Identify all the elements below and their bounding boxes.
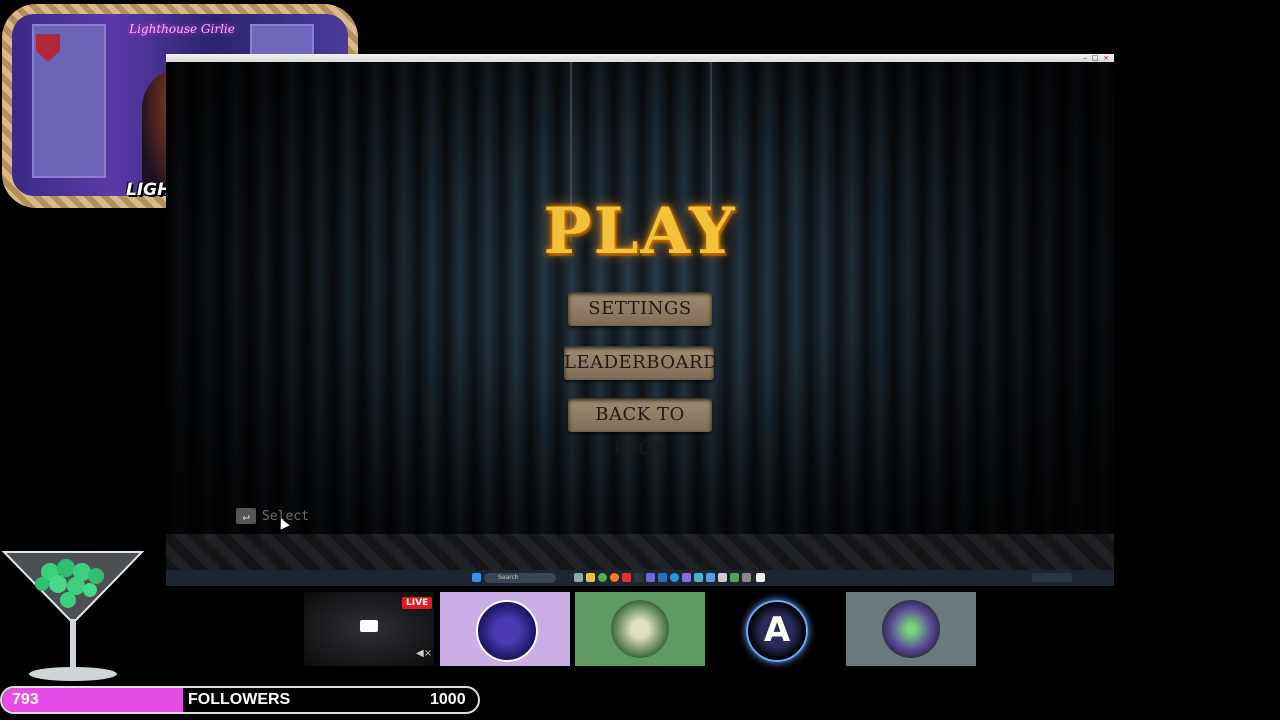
firefox-icon[interactable] [610, 573, 619, 582]
chrome-icon[interactable] [598, 573, 607, 582]
channel-thumbnail[interactable]: A [710, 592, 840, 666]
taskbar-search[interactable]: Search [484, 573, 556, 583]
window-titlebar: – □ × [166, 54, 1114, 62]
settings-button[interactable]: SETTINGS [568, 292, 712, 326]
app-icon[interactable] [658, 573, 667, 582]
app-icon[interactable] [694, 573, 703, 582]
martini-glass-icon [1, 551, 145, 681]
follower-label: FOLLOWERS [188, 691, 291, 708]
app-icon[interactable] [622, 573, 631, 582]
app-icon[interactable] [646, 573, 655, 582]
task-view-icon[interactable] [574, 573, 583, 582]
app-icon[interactable] [706, 573, 715, 582]
back-to-pack-button[interactable]: BACK TO PACK [568, 398, 712, 459]
channel-thumbnail[interactable] [846, 592, 976, 666]
app-icon[interactable] [718, 573, 727, 582]
play-button[interactable]: PLAY [540, 194, 740, 269]
follower-goal-bar: 793 FOLLOWERS 1000 [0, 686, 480, 714]
taskbar-search-label: Search [498, 574, 519, 581]
select-hint: ↵ Select [236, 508, 309, 526]
windows-start-icon[interactable] [472, 573, 481, 582]
enter-key-icon: ↵ [236, 508, 256, 524]
edge-icon[interactable] [670, 573, 679, 582]
system-tray[interactable] [1032, 573, 1072, 582]
channel-thumbnail[interactable] [575, 592, 705, 666]
app-icon[interactable] [634, 573, 643, 582]
settings-gear-icon[interactable] [742, 573, 751, 582]
game-window: – □ × PLAY SETTINGS LEADERBOARD BACK TO … [166, 54, 1114, 586]
app-icon[interactable] [730, 573, 739, 582]
letter-a-logo-icon: A [746, 600, 808, 662]
channel-thumbnail[interactable] [440, 592, 570, 666]
follower-count: 793 [12, 691, 39, 708]
live-badge: LIVE [402, 597, 433, 609]
app-icon[interactable] [682, 573, 691, 582]
follower-goal: 1000 [430, 691, 466, 708]
app-icon[interactable] [756, 573, 765, 582]
close-icon[interactable]: × [1101, 54, 1111, 62]
monitor-icon [360, 620, 378, 632]
neon-sign: Lighthouse Girlie [129, 22, 235, 36]
maximize-icon[interactable]: □ [1090, 54, 1100, 62]
stage-floor [166, 534, 1114, 570]
lighthouse-logo-icon [476, 600, 538, 662]
igloo-logo-icon [882, 600, 940, 658]
file-explorer-icon[interactable] [586, 573, 595, 582]
mute-icon[interactable]: ◀× [416, 648, 432, 659]
leaderboard-button[interactable]: LEADERBOARD [564, 346, 718, 380]
minimize-icon[interactable]: – [1080, 54, 1090, 62]
tree-logo-icon [611, 600, 669, 658]
